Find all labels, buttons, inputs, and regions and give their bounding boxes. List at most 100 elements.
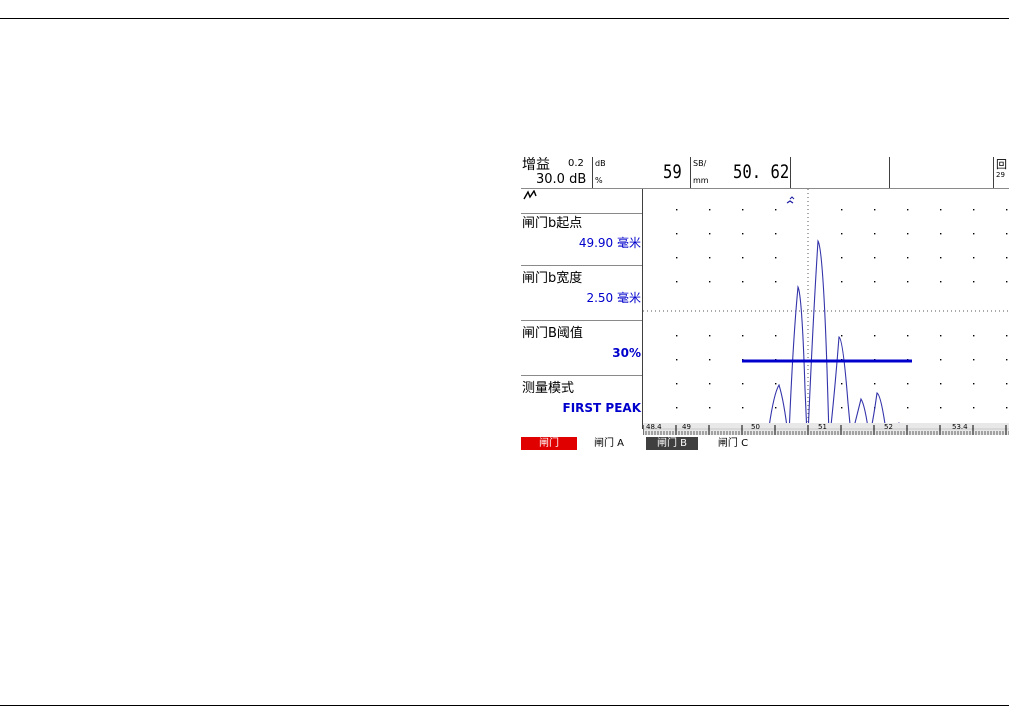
grid-dot bbox=[775, 335, 777, 337]
grid-dot bbox=[907, 407, 909, 409]
readout1-value: 59 bbox=[663, 161, 682, 183]
grid-dot bbox=[874, 281, 876, 283]
tab-gate-a[interactable]: 闸门 A bbox=[583, 437, 635, 450]
param-label: 闸门b起点 bbox=[522, 216, 583, 231]
axis-label: 50 bbox=[751, 423, 760, 431]
param-measure-mode[interactable]: 测量模式 FIRST PEAK bbox=[521, 378, 642, 431]
grid-dot bbox=[709, 383, 711, 385]
tab-gate-b[interactable]: 闸门 B bbox=[646, 437, 698, 450]
ascan-svg bbox=[643, 189, 1009, 435]
grid-dot bbox=[841, 335, 843, 337]
grid-dot bbox=[907, 383, 909, 385]
ascan-display[interactable]: 48.4 49 50 51 52 53.4 bbox=[643, 189, 1009, 435]
tab-gate[interactable]: 闸门 bbox=[521, 437, 577, 450]
grid-dot bbox=[940, 407, 942, 409]
grid-dot bbox=[775, 281, 777, 283]
parameter-panel: 闸门b起点 49.90 毫米 闸门b宽度 2.50 毫米 闸门B阈值 30% 测… bbox=[521, 189, 643, 429]
grid-dot bbox=[775, 407, 777, 409]
peak-marker bbox=[786, 200, 794, 204]
grid-dot bbox=[973, 383, 975, 385]
gain-label[interactable]: 增益 bbox=[522, 157, 550, 173]
status-bar: 增益 0.2 30.0 dB dB % 59 SB/ mm 50. 62 回 2… bbox=[521, 157, 1009, 189]
grid-dot bbox=[874, 335, 876, 337]
status-divider bbox=[790, 157, 791, 188]
readout2-value: 50. 62 bbox=[733, 161, 790, 183]
grid-dot bbox=[940, 257, 942, 259]
grid-dot bbox=[1006, 233, 1008, 235]
grid-dot bbox=[742, 257, 744, 259]
grid-dot bbox=[874, 209, 876, 211]
memory-icon-glyph: 回 bbox=[996, 159, 1007, 171]
grid-dot bbox=[676, 281, 678, 283]
param-value: 49.90 毫米 bbox=[578, 236, 641, 250]
grid-dot bbox=[775, 383, 777, 385]
grid-dot bbox=[742, 383, 744, 385]
readout2-unit-bottom: mm bbox=[693, 176, 709, 185]
echo-waveform bbox=[643, 239, 1009, 435]
grid-dot bbox=[709, 281, 711, 283]
gain-value: 30.0 dB bbox=[536, 172, 587, 187]
grid-dot bbox=[709, 335, 711, 337]
grid-dot bbox=[1006, 383, 1008, 385]
grid-dot bbox=[973, 407, 975, 409]
memory-icon[interactable]: 回 29 bbox=[996, 159, 1009, 183]
grid-dot bbox=[1006, 335, 1008, 337]
param-label: 闸门b宽度 bbox=[522, 271, 583, 286]
grid-dot bbox=[973, 335, 975, 337]
status-divider bbox=[592, 157, 593, 188]
grid-dot bbox=[940, 233, 942, 235]
grid-dot bbox=[907, 281, 909, 283]
param-value: FIRST PEAK bbox=[562, 401, 642, 415]
tab-gate-c[interactable]: 闸门 C bbox=[707, 437, 759, 450]
gate-tab-bar: 闸门 闸门 A 闸门 B 闸门 C bbox=[521, 437, 1009, 450]
peak-marker bbox=[789, 196, 795, 200]
rectified-wave-icon[interactable] bbox=[523, 189, 539, 202]
axis-label: 48.4 bbox=[646, 423, 662, 431]
grid-dot bbox=[775, 233, 777, 235]
page-top-rule bbox=[0, 18, 1009, 19]
grid-dot bbox=[676, 383, 678, 385]
param-gate-b-threshold[interactable]: 闸门B阈值 30% bbox=[521, 323, 642, 376]
status-divider bbox=[690, 157, 691, 188]
axis-label: 52 bbox=[884, 423, 893, 431]
grid-dot bbox=[676, 335, 678, 337]
panel-header bbox=[521, 189, 642, 214]
grid-dots bbox=[676, 209, 1008, 409]
grid-dot bbox=[775, 257, 777, 259]
axis-label: 49 bbox=[682, 423, 691, 431]
grid-dot bbox=[841, 209, 843, 211]
grid-dot bbox=[775, 209, 777, 211]
grid-dot bbox=[973, 281, 975, 283]
grid-dot bbox=[676, 233, 678, 235]
gain-step: 0.2 bbox=[568, 158, 584, 169]
grid-dot bbox=[1006, 407, 1008, 409]
param-gate-b-width[interactable]: 闸门b宽度 2.50 毫米 bbox=[521, 268, 642, 321]
param-label: 测量模式 bbox=[522, 381, 575, 396]
flaw-detector-screen: 增益 0.2 30.0 dB dB % 59 SB/ mm 50. 62 回 2… bbox=[521, 157, 1009, 450]
grid-dot bbox=[742, 407, 744, 409]
grid-dot bbox=[676, 257, 678, 259]
axis-label: 53.4 bbox=[952, 423, 968, 431]
grid-dot bbox=[742, 233, 744, 235]
grid-dot bbox=[874, 257, 876, 259]
grid-dot bbox=[1006, 281, 1008, 283]
grid-dot bbox=[841, 383, 843, 385]
grid-dot bbox=[841, 281, 843, 283]
grid-dot bbox=[940, 335, 942, 337]
page-bottom-rule bbox=[0, 705, 1009, 706]
status-divider bbox=[993, 157, 994, 188]
grid-dot bbox=[709, 407, 711, 409]
grid-dot bbox=[841, 233, 843, 235]
grid-dot bbox=[907, 209, 909, 211]
axis-label: 51 bbox=[818, 423, 827, 431]
grid-dot bbox=[907, 233, 909, 235]
grid-dot bbox=[709, 359, 711, 361]
grid-dot bbox=[874, 233, 876, 235]
grid-dot bbox=[841, 407, 843, 409]
grid-dot bbox=[1006, 209, 1008, 211]
grid-dot bbox=[940, 281, 942, 283]
grid-dot bbox=[1006, 359, 1008, 361]
param-gate-b-start[interactable]: 闸门b起点 49.90 毫米 bbox=[521, 213, 642, 266]
param-value: 30% bbox=[612, 346, 641, 360]
grid-dot bbox=[709, 233, 711, 235]
